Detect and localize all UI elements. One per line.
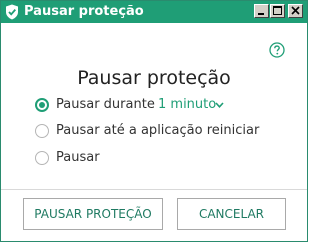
radio-pause-until-restart[interactable]	[35, 124, 49, 138]
divider	[1, 189, 307, 190]
minimize-icon	[258, 13, 264, 15]
minimize-button[interactable]	[254, 4, 269, 18]
close-button[interactable]	[288, 4, 303, 18]
title-bar[interactable]: Pausar proteção	[1, 1, 307, 23]
chevron-down-icon[interactable]	[215, 102, 224, 108]
radio-pause[interactable]	[35, 151, 49, 165]
option-label: Pausar	[56, 150, 100, 165]
pause-protection-button[interactable]: PAUSAR PROTEÇÃO	[23, 198, 163, 230]
help-icon[interactable]	[269, 42, 285, 58]
option-pause-until-restart[interactable]: Pausar até a aplicação reiniciar	[35, 123, 265, 141]
maximize-icon	[273, 6, 282, 15]
option-pause-duration[interactable]: Pausar durante 1 minuto	[35, 97, 235, 115]
option-label: Pausar durante	[56, 97, 155, 112]
pause-protection-dialog: Pausar proteção Pausar proteção Pausar d…	[0, 0, 308, 242]
option-label: Pausar até a aplicação reiniciar	[56, 123, 260, 138]
option-pause[interactable]: Pausar	[35, 150, 135, 168]
dialog-heading: Pausar proteção	[77, 67, 231, 89]
radio-pause-duration[interactable]	[35, 98, 49, 112]
close-icon	[291, 6, 300, 15]
duration-dropdown[interactable]: 1 minuto	[158, 97, 216, 112]
maximize-button[interactable]	[270, 4, 285, 18]
window-title: Pausar proteção	[24, 4, 144, 19]
shield-check-icon	[6, 4, 18, 20]
cancel-button[interactable]: CANCELAR	[177, 198, 286, 230]
